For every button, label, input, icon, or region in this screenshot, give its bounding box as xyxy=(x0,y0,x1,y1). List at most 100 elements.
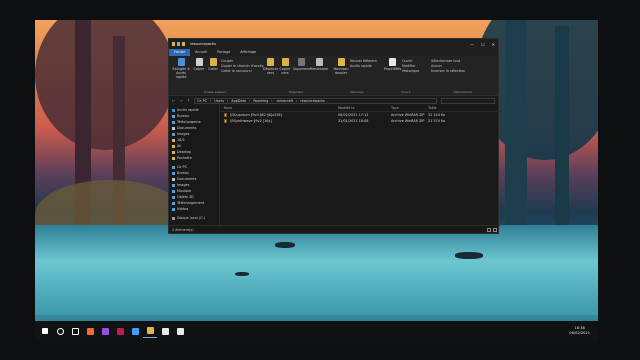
large-icons-view-icon[interactable] xyxy=(493,227,497,232)
folder-icon xyxy=(172,132,175,136)
taskbar-premiere-button[interactable] xyxy=(98,324,112,338)
invert-selection-button[interactable]: Inverser la sélection xyxy=(431,69,465,73)
open-group-label: Ouvrir xyxy=(401,90,411,94)
breadcrumb-segment[interactable]: Roaming xyxy=(253,99,268,103)
system-clock[interactable]: 18:38 06/02/2021 xyxy=(569,326,590,335)
taskbar-obs-button[interactable] xyxy=(158,324,172,338)
column-date-header[interactable]: Modifié le xyxy=(338,106,391,110)
ribbon-tabs: Fichier Accueil Partage Affichage xyxy=(169,49,498,56)
column-size-header[interactable]: Taille xyxy=(428,106,458,110)
back-arrow-icon[interactable]: ← xyxy=(172,98,175,103)
file-row[interactable]: §5Synthwave §9v2 [16x] 31/01/2021 18:08 … xyxy=(220,118,500,124)
tab-share[interactable]: Partage xyxy=(212,49,235,56)
clipboard-group: Épingler à Accès rapide Copier Coller Co… xyxy=(171,58,264,94)
taskbar-brave-button[interactable] xyxy=(83,324,97,338)
copy-path-button[interactable]: Copier le chemin d'accès xyxy=(221,64,264,68)
paste-button[interactable]: Coller xyxy=(207,58,219,71)
folder-icon xyxy=(172,138,175,142)
pin-label: Épingler à Accès rapide xyxy=(172,67,190,79)
new-folder-button[interactable]: Nouveau dossier xyxy=(333,58,349,75)
search-input[interactable] xyxy=(441,97,495,104)
forward-arrow-icon[interactable]: → xyxy=(179,98,182,103)
breadcrumb-segment[interactable]: resourcepacks xyxy=(300,99,325,103)
file-list[interactable]: Nom Modifié le Type Taille §3Quantum §9v… xyxy=(220,105,500,227)
move-to-button[interactable]: Déplacer vers xyxy=(263,58,278,75)
move-label: Déplacer vers xyxy=(263,67,279,75)
select-none-button[interactable]: Aucun xyxy=(431,64,442,68)
tab-view[interactable]: Affichage xyxy=(235,49,261,56)
file-explorer-window[interactable]: resourcepacks — ☐ ✕ Fichier Accueil Part… xyxy=(168,38,500,234)
column-name-header[interactable]: Nom xyxy=(220,106,338,110)
taskbar-notepad-button[interactable] xyxy=(173,324,187,338)
taskbar-app-button[interactable] xyxy=(113,324,127,338)
edit-button[interactable]: Modifier xyxy=(402,64,416,68)
up-arrow-icon[interactable]: ↑ xyxy=(187,98,190,103)
tab-home[interactable]: Accueil xyxy=(190,49,212,56)
rename-icon xyxy=(315,58,323,66)
nav-item[interactable]: Disque local (C:) xyxy=(169,215,219,221)
breadcrumb-segment[interactable]: .minecraft xyxy=(276,99,293,103)
folder-icon xyxy=(172,114,175,118)
open-button[interactable]: Ouvrir xyxy=(402,59,413,63)
select-all-button[interactable]: Sélectionner tout xyxy=(431,59,460,63)
tab-file[interactable]: Fichier xyxy=(169,49,191,56)
copy-button[interactable]: Copier xyxy=(193,58,205,71)
new-item-button[interactable]: Nouvel élément xyxy=(350,59,377,63)
wallpaper-rock xyxy=(455,252,483,259)
clock-date: 06/02/2021 xyxy=(569,331,590,335)
rename-button[interactable]: Renommer xyxy=(310,58,329,71)
taskbar-task-view-button[interactable] xyxy=(68,324,82,338)
breadcrumb-segment[interactable]: Users xyxy=(214,99,224,103)
copy-to-button[interactable]: Copier vers xyxy=(278,58,292,75)
rename-label: Renommer xyxy=(310,67,329,71)
item-count: 2 élément(s) xyxy=(172,227,194,232)
chevron-right-icon: › xyxy=(210,98,212,103)
nav-item-label: Documents xyxy=(177,126,197,130)
pin-button[interactable]: Épingler à Accès rapide xyxy=(171,58,191,79)
file-explorer-icon xyxy=(146,327,154,334)
close-button[interactable]: ✕ xyxy=(492,42,495,47)
taskbar-file-explorer-button[interactable] xyxy=(143,324,157,338)
maximize-button[interactable]: ☐ xyxy=(481,42,485,47)
file-size: 32 144 Ko xyxy=(428,113,446,117)
folder-icon xyxy=(172,216,175,220)
paste-shortcut-button[interactable]: Coller le raccourci xyxy=(221,69,252,73)
screen-frame: resourcepacks — ☐ ✕ Fichier Accueil Part… xyxy=(0,0,640,360)
properties-button[interactable]: Propriétés xyxy=(384,58,402,71)
move-icon xyxy=(267,58,274,66)
properties-label: Propriétés xyxy=(384,67,402,71)
taskbar-photoshop-button[interactable] xyxy=(128,324,142,338)
column-type-header[interactable]: Type xyxy=(391,106,428,110)
breadcrumb-segment[interactable]: AppData xyxy=(231,99,246,103)
taskbar-start-button[interactable] xyxy=(38,324,52,338)
minimize-button[interactable]: — xyxy=(470,42,474,47)
nav-item[interactable]: Vidéos xyxy=(169,206,219,212)
easy-access-button[interactable]: Accès rapide xyxy=(350,64,372,68)
folder-icon xyxy=(172,144,175,148)
history-button[interactable]: Historique xyxy=(402,69,419,73)
taskbar-search-button[interactable] xyxy=(53,324,67,338)
cut-button[interactable]: Couper xyxy=(221,59,233,63)
folder-icon xyxy=(172,183,175,187)
delete-icon xyxy=(297,58,305,66)
chevron-right-icon: › xyxy=(295,98,298,103)
new-folder-quick-icon[interactable] xyxy=(182,42,185,46)
file-date: 06/02/2021 17:12 xyxy=(338,113,369,117)
delete-button[interactable]: Supprimer xyxy=(293,58,311,71)
navigation-pane[interactable]: Accès rapide Bureau Téléchargeme Documents I… xyxy=(169,105,220,227)
nav-item-label: Téléchargement xyxy=(177,201,205,205)
search-icon xyxy=(56,327,64,335)
folder-icon xyxy=(172,207,175,211)
folder-icon xyxy=(172,150,175,154)
address-bar[interactable]: Ce PC › Users › AppData › Roaming › .minecra… xyxy=(194,97,437,104)
file-type: Archive WinRAR ZIP xyxy=(391,113,425,117)
nav-item[interactable]: Pochette xyxy=(169,155,219,161)
breadcrumb-segment[interactable]: Ce PC xyxy=(197,99,207,103)
title-bar[interactable]: resourcepacks — ☐ ✕ xyxy=(169,39,498,49)
properties-quick-icon[interactable] xyxy=(177,42,180,46)
details-view-icon[interactable] xyxy=(487,227,491,232)
folder-icon xyxy=(172,120,175,124)
nav-item-label: Objets 3D xyxy=(177,195,194,199)
folder-icon xyxy=(172,189,175,193)
taskbar: 18:38 06/02/2021 xyxy=(35,321,598,341)
